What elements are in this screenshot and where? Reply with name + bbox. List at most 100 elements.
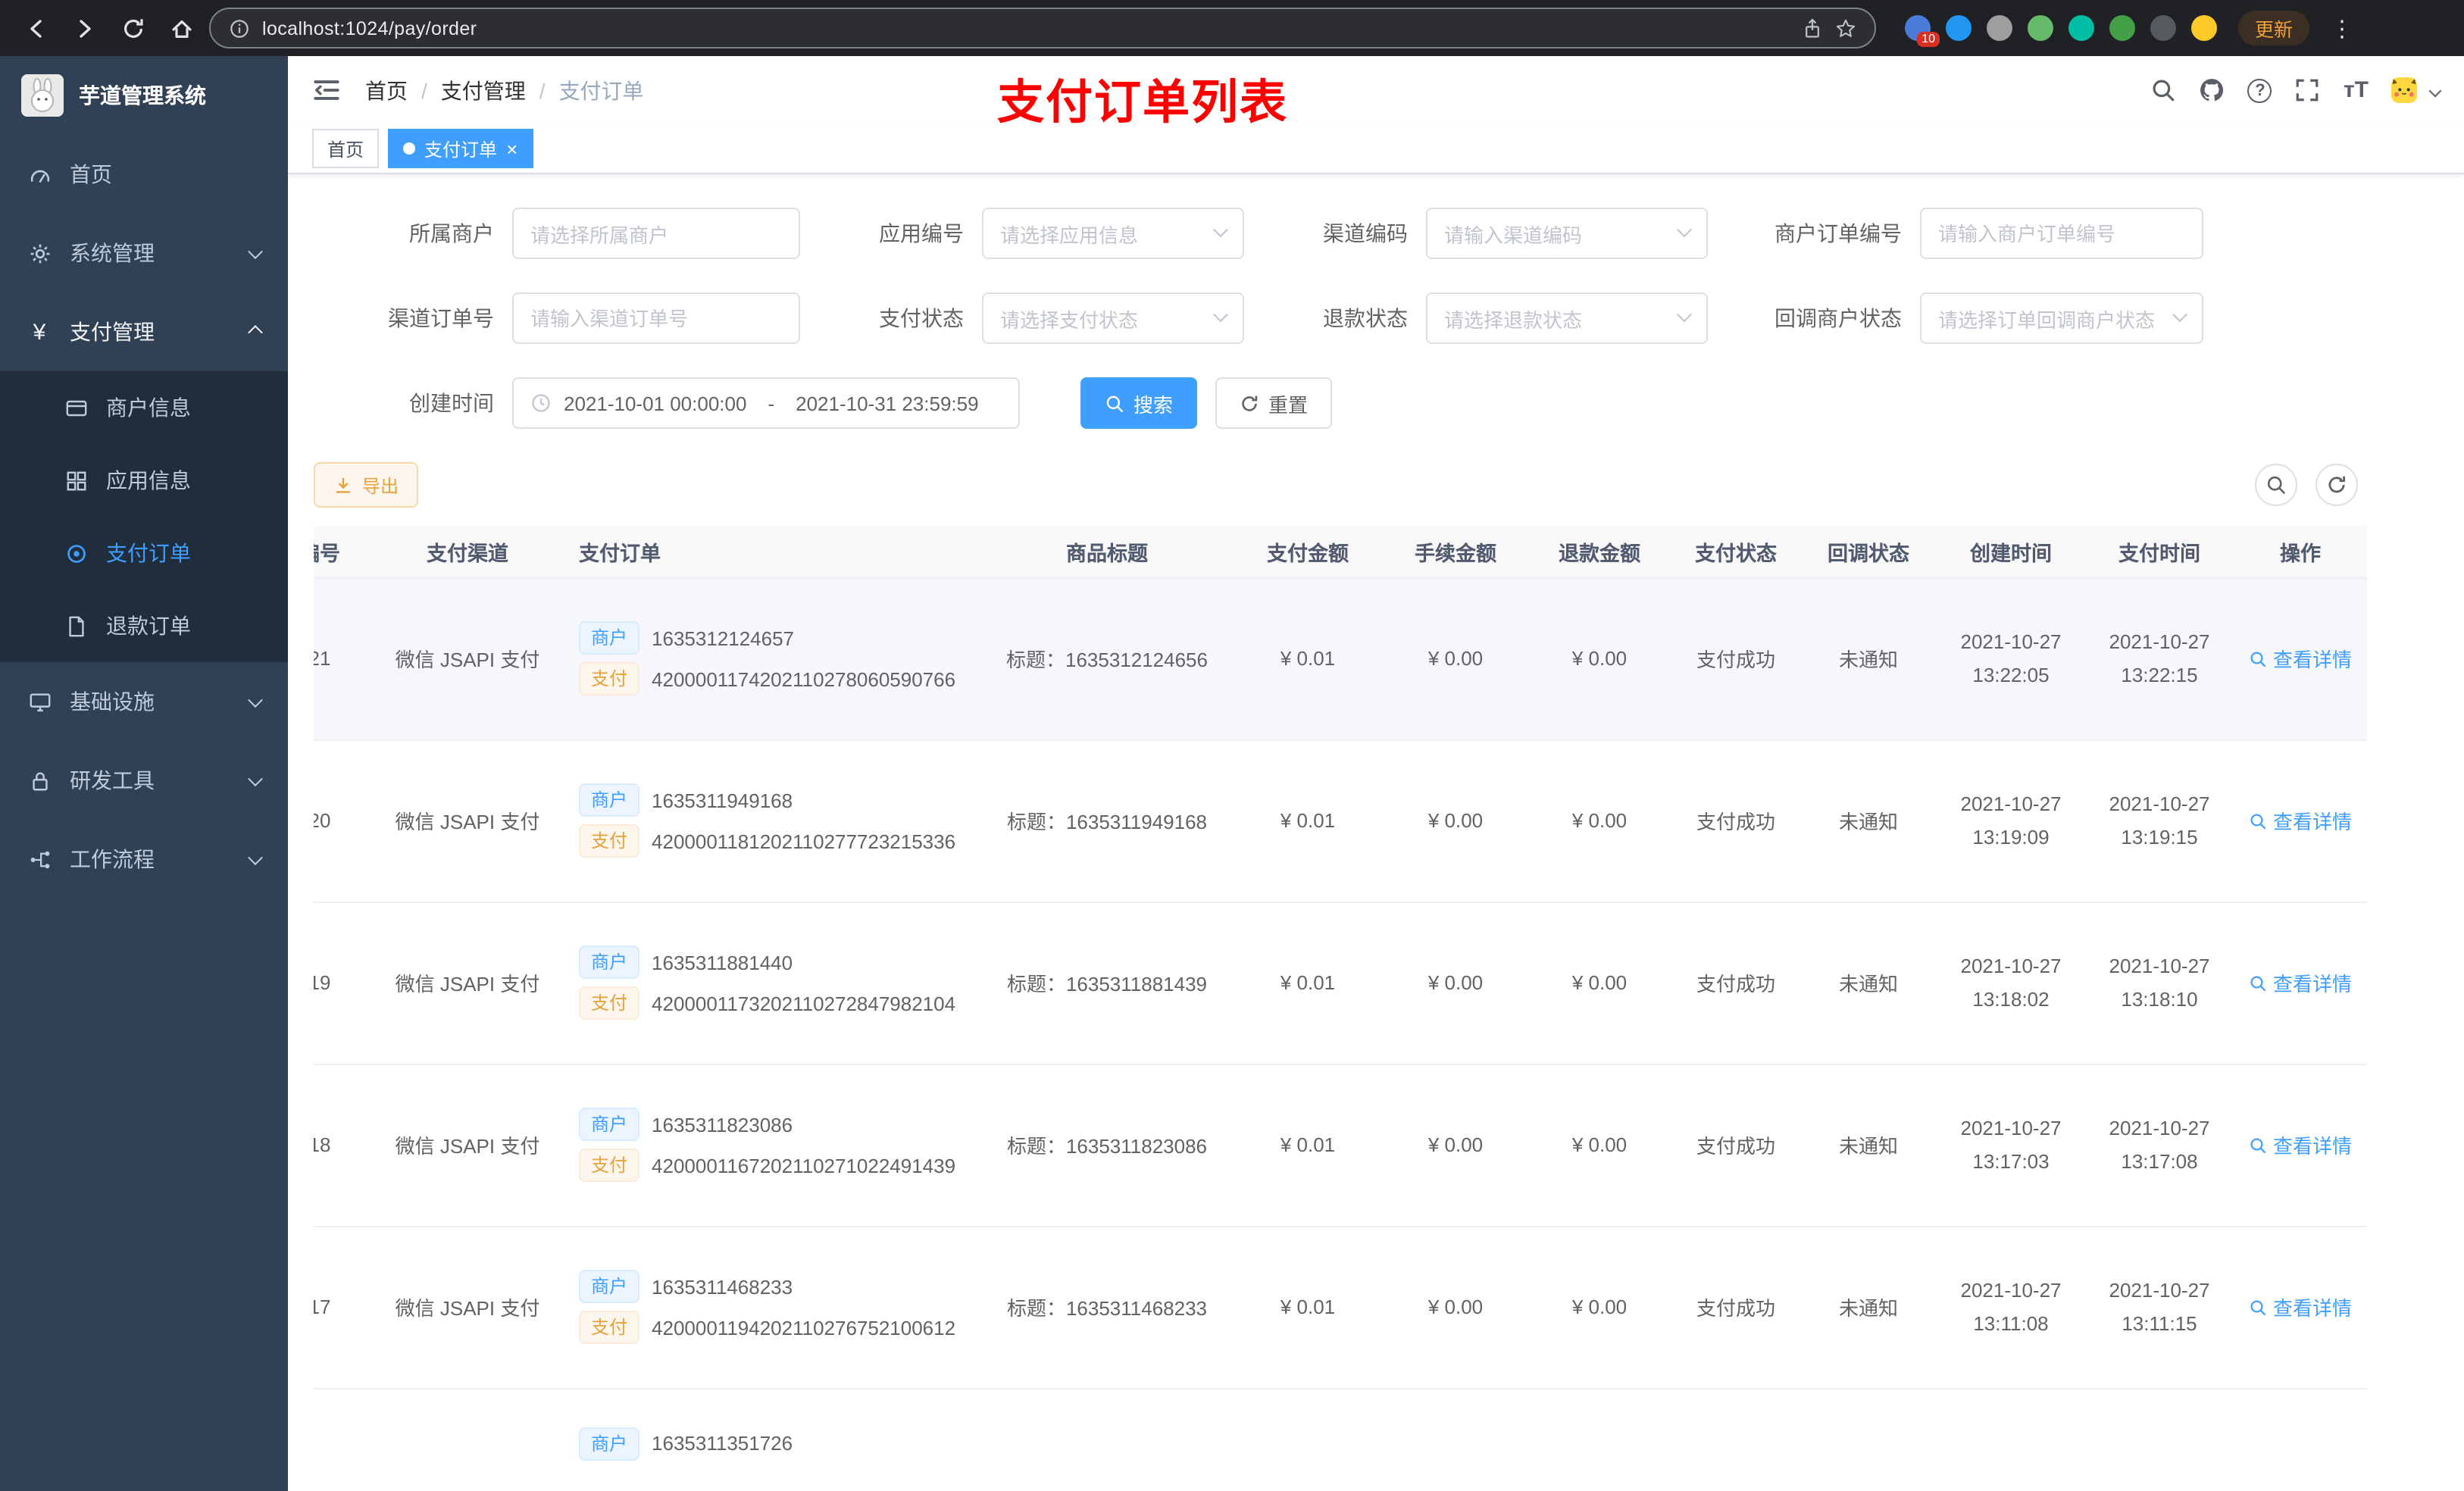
- font-size-icon[interactable]: тT: [2344, 77, 2369, 103]
- breadcrumb-item[interactable]: 首页: [365, 75, 408, 105]
- view-detail-link[interactable]: 查看详情: [2249, 644, 2352, 673]
- pay-tag: 支付: [579, 662, 640, 695]
- col-header-create-time: 创建时间: [1937, 526, 2085, 578]
- export-button[interactable]: 导出: [314, 462, 419, 508]
- bookmark-star-icon[interactable]: [1835, 17, 1856, 39]
- cell-channel: 微信 JSAPI 支付: [365, 739, 570, 902]
- chevron-down-icon: [1213, 306, 1228, 322]
- col-header-refund: 退款金额: [1527, 526, 1671, 578]
- extensions-area: 10 更新 ⋮: [1905, 11, 2359, 47]
- sidebar-item-label: 研发工具: [70, 768, 155, 792]
- tab-home[interactable]: 首页: [312, 129, 380, 168]
- extension-icon[interactable]: [2028, 15, 2053, 41]
- merchant-select[interactable]: 请选择所属商户: [512, 208, 800, 259]
- cell-actions: 查看详情: [2234, 577, 2367, 740]
- col-header-channel: 支付渠道: [365, 526, 570, 578]
- fullscreen-icon[interactable]: [2295, 77, 2321, 103]
- chevron-down-icon[interactable]: [2428, 83, 2442, 97]
- sidebar-item-home[interactable]: 首页: [0, 135, 288, 214]
- cell-create-time: 2021-10-27 13:22:05: [1937, 577, 2085, 740]
- extension-icon[interactable]: [2150, 15, 2176, 41]
- table-row: 20 微信 JSAPI 支付 商户 1635311949168 支付 4200001…: [314, 739, 2367, 902]
- pay-order-no: 4200001167202110271022491439: [652, 1154, 956, 1177]
- table-toolbar: 导出: [288, 462, 2464, 508]
- cell-fee: ¥ 0.00: [1384, 902, 1527, 1064]
- breadcrumb-separator: /: [421, 78, 427, 102]
- table-row-partial: 商户 1635311351726: [314, 1388, 2367, 1491]
- sidebar-item-refund-order[interactable]: 退款订单: [0, 589, 288, 662]
- download-icon: [333, 475, 353, 495]
- table-row: 21 微信 JSAPI 支付 商户 1635312124657 支付 4200001…: [314, 577, 2367, 740]
- help-icon[interactable]: ?: [2247, 78, 2272, 102]
- gear-icon: [27, 241, 52, 265]
- extension-icon[interactable]: [1987, 15, 2012, 41]
- tab-pay-order[interactable]: 支付订单 ×: [388, 129, 533, 168]
- sidebar-item-app-info[interactable]: 应用信息: [0, 444, 288, 517]
- browser-menu-icon[interactable]: ⋮: [2325, 14, 2359, 42]
- sidebar-item-pay-order[interactable]: 支付订单: [0, 517, 288, 589]
- search-toggle-button[interactable]: [2255, 464, 2297, 506]
- extension-icon[interactable]: [2109, 15, 2135, 41]
- url-text: localhost:1024/pay/order: [262, 17, 477, 39]
- back-button[interactable]: [15, 8, 56, 48]
- home-button[interactable]: [161, 8, 202, 48]
- view-detail-link[interactable]: 查看详情: [2249, 968, 2352, 997]
- cell-order: 商户 1635312124657 支付 4200001174202110278060…: [570, 577, 982, 740]
- chevron-down-icon: [248, 243, 263, 259]
- cell-pay-time: 2021-10-27 13:11:15: [2085, 1226, 2234, 1389]
- app-select[interactable]: 请选择应用信息: [982, 208, 1244, 259]
- sidebar-fold-icon[interactable]: [312, 76, 341, 105]
- sidebar-item-system[interactable]: 系统管理: [0, 214, 288, 292]
- sidebar-item-infra[interactable]: 基础设施: [0, 662, 288, 741]
- sidebar-item-pay[interactable]: ¥ 支付管理: [0, 292, 288, 371]
- view-detail-link[interactable]: 查看详情: [2249, 1130, 2352, 1159]
- channel-code-select[interactable]: 请输入渠道编码: [1426, 208, 1708, 259]
- merchant-order-no-input[interactable]: [1938, 222, 2185, 245]
- merchant-order-no: 1635312124657: [652, 627, 795, 649]
- search-icon[interactable]: [2151, 77, 2177, 103]
- share-icon[interactable]: [1802, 17, 1823, 39]
- extension-icon[interactable]: 10: [1905, 15, 1940, 47]
- table-container: 编号 支付渠道 支付订单 商品标题 支付金额 手续金额 退款金额 支付状态 回调…: [314, 526, 2464, 1491]
- sidebar-item-dev-tools[interactable]: 研发工具: [0, 741, 288, 820]
- browser-profile-avatar[interactable]: [2191, 15, 2217, 41]
- extension-icon[interactable]: [2068, 15, 2094, 41]
- breadcrumb-item[interactable]: 支付管理: [441, 75, 526, 105]
- channel-order-no-input[interactable]: [530, 307, 782, 330]
- reset-button[interactable]: 重置: [1215, 377, 1333, 429]
- field-label: 商户订单编号: [1775, 221, 1902, 245]
- merchant-tag: 商户: [579, 1108, 640, 1141]
- view-detail-link[interactable]: 查看详情: [2249, 806, 2352, 835]
- field-label: 渠道编码: [1323, 221, 1408, 245]
- view-detail-link[interactable]: 查看详情: [2249, 1293, 2352, 1321]
- extension-icon[interactable]: [1946, 15, 1972, 41]
- browser-update-button[interactable]: 更新: [2238, 11, 2310, 45]
- notify-status-select[interactable]: 请选择订单回调商户状态: [1920, 292, 2203, 344]
- date-range-input[interactable]: 2021-10-01 00:00:00 - 2021-10-31 23:59:5…: [512, 377, 1020, 429]
- cell-order: 商户 1635311823086 支付 4200001167202110271022…: [570, 1064, 982, 1227]
- cell-id: 18: [314, 1064, 365, 1227]
- refresh-button[interactable]: [2315, 464, 2358, 506]
- cell-channel: 微信 JSAPI 支付: [365, 1064, 570, 1227]
- address-bar[interactable]: localhost:1024/pay/order: [209, 8, 1876, 48]
- reload-button[interactable]: [112, 8, 153, 48]
- cell-title: 标题：1635312124656: [982, 577, 1232, 740]
- forward-button[interactable]: [64, 8, 105, 48]
- refund-status-select[interactable]: 请选择退款状态: [1426, 292, 1708, 344]
- chevron-down-icon: [1677, 221, 1692, 237]
- avatar[interactable]: [2391, 77, 2417, 103]
- col-header-amount: 支付金额: [1232, 526, 1384, 578]
- date-end: 2021-10-31 23:59:59: [796, 392, 979, 414]
- sidebar-item-label: 应用信息: [106, 468, 191, 492]
- pay-status-select[interactable]: 请选择支付状态: [982, 292, 1244, 344]
- dashboard-icon: [27, 162, 52, 186]
- github-icon[interactable]: [2200, 77, 2225, 103]
- close-icon[interactable]: ×: [506, 139, 518, 158]
- site-info-icon[interactable]: [229, 17, 250, 39]
- sidebar-item-workflow[interactable]: 工作流程: [0, 820, 288, 899]
- search-button[interactable]: 搜索: [1080, 377, 1198, 429]
- page-title: 支付订单列表: [997, 76, 1288, 129]
- sidebar-item-merchant-info[interactable]: 商户信息: [0, 371, 288, 444]
- screen: localhost:1024/pay/order 10 更新 ⋮ 芋道管理系统 …: [0, 0, 2464, 1491]
- app-logo[interactable]: 芋道管理系统: [0, 56, 288, 135]
